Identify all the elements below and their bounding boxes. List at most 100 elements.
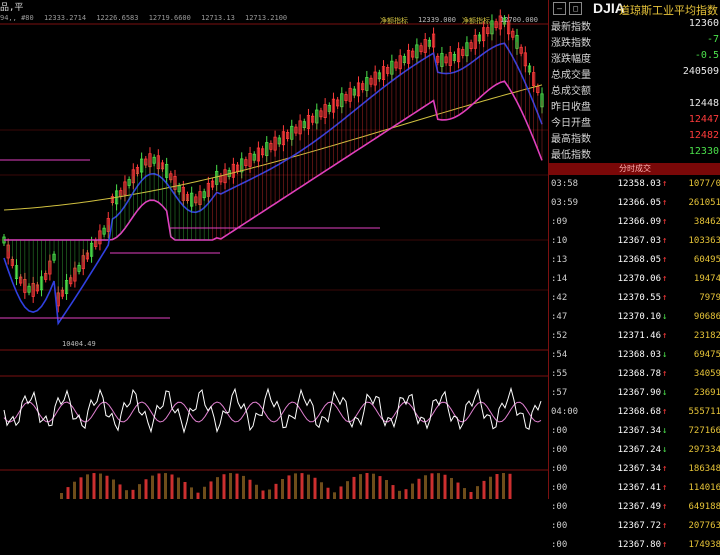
tick-price: 12370.06 [617,274,661,284]
volume-bar [359,474,362,499]
stat-row: 涨跌幅度 -0.5 [549,50,720,65]
tick-row[interactable]: :13 12368.05 ↑ 60495 [549,252,720,270]
volume-bar [300,473,304,499]
volume-bar [86,474,89,499]
moving-average-magenta [4,80,543,241]
volume-bar [125,490,128,499]
tick-price: 12367.24 [617,445,661,455]
minimize-icon[interactable]: – [553,2,566,15]
tick-row[interactable]: :00 12367.72 ↑ 207763 [549,518,720,536]
tick-row[interactable]: :00 12367.34 ↑ 186348 [549,461,720,479]
tick-row[interactable]: 03:58 12358.03 ↑ 1077/0 [549,176,720,194]
volume-bar [469,491,473,499]
tick-price: 12367.49 [617,502,661,512]
tick-volume: 261051 [688,198,720,208]
tick-price: 12366.09 [617,217,661,227]
tick-time: :00 [551,521,568,531]
volume-bar [294,473,297,499]
volume-bar [346,481,349,499]
tick-row[interactable]: :42 12370.55 ↑ 7979 [549,290,720,308]
volume-bar [372,473,375,499]
tick-price: 12358.03 [617,179,661,189]
volume-bar [385,479,388,499]
tick-price: 12371.46 [617,331,661,341]
tick-row[interactable]: :09 12366.09 ↑ 38462 [549,214,720,232]
volume-bar [92,473,96,499]
corner-label: 品,平 [0,3,24,13]
stat-row: 昨日收盘 12448 [549,98,720,113]
high-annotation-3: 净额指标 [462,17,490,25]
arrow-up-icon: ↑ [662,540,668,550]
ticks-title: 分时成交 [549,163,720,175]
volume-bar [196,492,200,499]
volume-bar [157,473,161,499]
volume-bar [404,489,408,499]
tick-row[interactable]: 03:59 12366.05 ↑ 261051 [549,195,720,213]
stat-label: 最新指数 [551,22,591,33]
tick-row[interactable]: :52 12371.46 ↑ 23182 [549,328,720,346]
volume-bar [378,476,382,499]
volume-bar [398,490,401,499]
volume-bar [203,486,206,499]
volume-bar [326,487,330,499]
volume-bar [138,484,141,499]
stat-label: 总成交量 [551,70,591,81]
tick-row[interactable]: :00 12367.34 ↓ 727166 [549,423,720,441]
tick-volume: 23182 [693,331,720,341]
arrow-up-icon: ↑ [662,217,668,227]
tick-row[interactable]: :54 12368.03 ↓ 69475 [549,347,720,365]
tick-time: :42 [551,293,568,303]
tick-row[interactable]: :10 12367.03 ↑ 103363 [549,233,720,251]
stat-row: 今日开盘 12447 [549,114,720,129]
tick-price: 12366.05 [617,198,661,208]
info-value: 12333.2714 [43,14,87,22]
volume-bar [489,476,492,499]
price-chart-panel[interactable]: 品,平 94,, #80 12333.2714 12226.6583 12719… [0,0,548,499]
tick-row[interactable]: :00 12367.80 ↑ 174938 [549,537,720,555]
volume-bar [131,489,135,499]
volume-bar [255,484,258,499]
tick-price: 12368.05 [617,255,661,265]
tick-row[interactable]: :00 12367.24 ↓ 297334 [549,442,720,460]
volume-bar [417,478,421,499]
tick-row[interactable]: :00 12367.41 ↑ 114016 [549,480,720,498]
tick-row[interactable]: :55 12368.78 ↑ 34059 [549,366,720,384]
tick-row[interactable]: :14 12370.06 ↑ 19474 [549,271,720,289]
tick-row[interactable]: :00 12367.49 ↑ 649188 [549,499,720,517]
tick-row[interactable]: :47 12370.10 ↓ 90686 [549,309,720,327]
stat-value: 240509 [682,66,719,77]
volume-bar [164,473,167,499]
arrow-up-icon: ↑ [662,293,668,303]
stat-label: 今日开盘 [551,118,591,129]
volume-bar [242,475,245,499]
expand-icon[interactable]: □ [569,2,582,15]
volume-bar [274,483,278,499]
tick-volume: 1077/0 [688,179,720,189]
arrow-up-icon: ↑ [662,407,668,417]
candlestick-chart[interactable] [0,0,548,499]
arrow-down-icon: ↓ [662,312,668,322]
volume-bar [450,477,453,499]
tick-volume: 103363 [688,236,720,246]
volume-bar [235,473,239,499]
quote-panel: – □ DJIA 道琼斯工业平均指数 最新指数 12360 涨跌指数 -7 涨跌幅度 -0… [548,0,720,550]
volume-bar [177,477,180,499]
info-value: 12226.6583 [96,14,139,22]
tick-time: 03:58 [551,179,579,189]
high-annotation-4: 12700.000 [500,16,538,24]
volume-bar [216,477,219,499]
volume-bar [463,488,466,499]
tick-volume: 7979 [699,293,720,303]
moving-average-blue [3,42,543,326]
tick-time: :47 [551,312,568,322]
stat-row: 总成交量 240509 [549,66,720,81]
tick-row[interactable]: 04:00 12368.68 ↑ 555711 [549,404,720,422]
stat-value: -7 [706,34,719,45]
tick-volume: 69475 [693,350,720,360]
arrow-up-icon: ↑ [662,198,668,208]
volume-bar [60,493,63,499]
stat-label: 最低指数 [551,150,591,161]
stat-label: 涨跌指数 [551,38,591,49]
tick-row[interactable]: :57 12367.90 ↓ 23691 [549,385,720,403]
quote-header: – □ DJIA 道琼斯工业平均指数 [549,0,720,18]
